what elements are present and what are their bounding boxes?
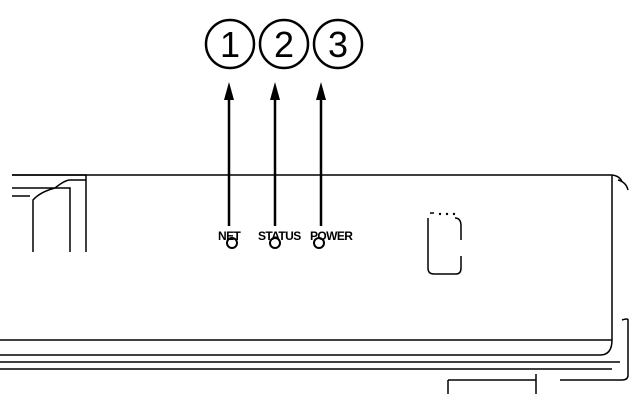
- device-body: [0, 174, 629, 394]
- arrow-3: [316, 82, 326, 226]
- device-outer-right-edge: [560, 320, 629, 381]
- callout-2-number: 2: [274, 24, 294, 65]
- port-opening-outline: [427, 218, 462, 275]
- led-status: STATUS: [258, 229, 302, 249]
- left-bracket-rib: [55, 187, 71, 252]
- callout-1-number: 1: [220, 24, 240, 65]
- callout-3-number: 3: [328, 24, 348, 65]
- device-front-illustration: 1 2 3 NET STATUS POWER: [0, 18, 629, 394]
- left-bracket-outer: [12, 174, 87, 252]
- device-front-diagram: 1 2 3 NET STATUS POWER: [0, 0, 633, 394]
- arrow-1-head: [224, 82, 234, 100]
- left-bracket-top-curve: [54, 179, 86, 189]
- led-net-label: NET: [218, 229, 241, 243]
- led-power: POWER: [310, 229, 354, 249]
- callout-1: 1: [204, 18, 256, 70]
- callout-3: 3: [312, 18, 364, 70]
- device-corner-detail: [617, 179, 629, 191]
- device-outer-right-cap: [621, 318, 629, 321]
- led-power-label: POWER: [310, 229, 353, 243]
- arrow-2-head: [270, 82, 280, 100]
- arrow-2: [270, 82, 280, 226]
- port-opening-upper-right: [454, 217, 462, 240]
- left-bracket-inner: [12, 187, 56, 252]
- device-bottom-right-curve: [599, 339, 613, 356]
- led-net: NET: [218, 229, 242, 249]
- arrow-1: [224, 82, 234, 226]
- arrow-3-head: [316, 82, 326, 100]
- callout-2: 2: [258, 18, 310, 70]
- port-dots: [438, 212, 456, 216]
